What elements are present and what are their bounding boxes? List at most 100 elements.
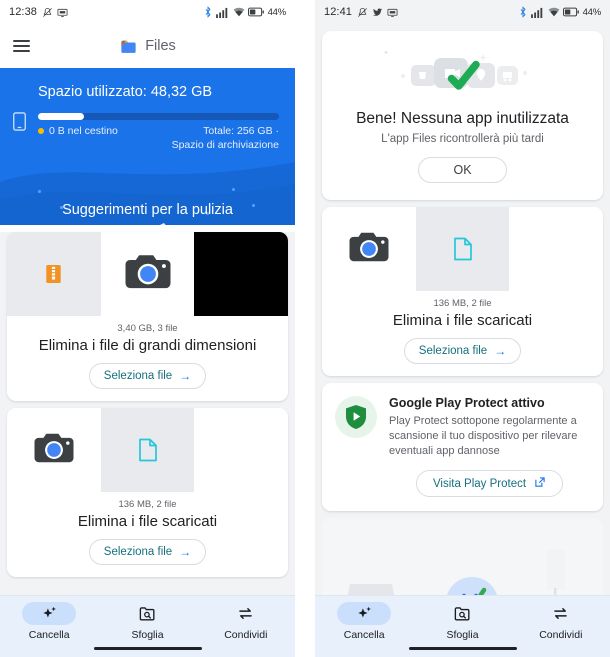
select-files-label: Seleziona file — [418, 345, 488, 357]
document-file-thumb[interactable] — [100, 408, 195, 492]
select-files-button[interactable]: Seleziona file → — [88, 363, 207, 389]
nav-item-condividi[interactable]: Condividi — [512, 602, 610, 641]
nav-item-sfoglia[interactable]: Sfoglia — [413, 602, 511, 641]
mute-icon — [42, 7, 53, 18]
play-protect-body: Google Play Protect attivo Play Protect … — [389, 396, 590, 497]
left-bottom-nav: Cancella Sfoglia Condividi — [0, 595, 295, 657]
play-protect-title: Google Play Protect attivo — [389, 396, 545, 410]
twitter-icon — [372, 7, 383, 18]
document-file-thumb[interactable] — [415, 207, 510, 291]
cast-icon — [387, 7, 398, 18]
right-bottom-nav: Cancella Sfoglia Condividi — [315, 595, 610, 657]
card-action-row: Seleziona file → — [7, 354, 288, 401]
card-meta: 136 MB, 2 file — [118, 499, 177, 510]
thumbnail-row — [7, 232, 288, 316]
sparkle-dot — [232, 188, 235, 191]
select-files-button[interactable]: Seleziona file → — [403, 338, 522, 364]
home-indicator — [408, 646, 517, 650]
no-unused-apps-action: OK — [334, 157, 591, 183]
app-bar: Files — [0, 24, 295, 68]
apps-checkmark-illustration — [334, 45, 591, 101]
screen-divider — [295, 0, 315, 657]
status-time: 12:41 — [324, 6, 353, 18]
cast-icon — [57, 7, 68, 18]
select-files-button[interactable]: Seleziona file → — [88, 539, 207, 565]
black-video-thumb[interactable] — [194, 232, 288, 316]
right-status-bar: 12:41 44% — [315, 0, 610, 24]
card-title: Elimina i file scaricati — [392, 312, 533, 329]
sparkle-clean-icon — [337, 602, 392, 625]
share-transfer-icon — [219, 602, 273, 625]
thumbnail-row — [7, 408, 288, 492]
large-files-card[interactable]: 3,40 GB, 3 file Elimina i file di grandi… — [7, 232, 288, 401]
zip-file-thumb[interactable] — [7, 232, 101, 316]
storage-progress-fill — [38, 113, 84, 120]
no-unused-apps-title: Bene! Nessuna app inutilizzata — [356, 110, 569, 127]
sparkle-clean-icon — [22, 602, 77, 625]
browse-folder-search-icon — [435, 602, 489, 625]
downloaded-files-card[interactable]: 136 MB, 2 file Elimina i file scaricati … — [7, 408, 288, 577]
camera-app-thumb[interactable] — [7, 408, 101, 492]
arrow-right-icon: → — [179, 369, 192, 383]
left-status-bar: 12:38 44% — [0, 0, 295, 24]
card-meta: 136 MB, 2 file — [433, 298, 492, 309]
nav-item-cancella[interactable]: Cancella — [0, 602, 98, 641]
status-left-icons — [42, 7, 68, 18]
ok-button[interactable]: OK — [418, 157, 507, 183]
nav-item-cancella[interactable]: Cancella — [315, 602, 413, 641]
mute-icon — [357, 7, 368, 18]
arrow-right-icon: → — [179, 545, 192, 559]
share-transfer-icon — [534, 602, 588, 625]
wifi-icon — [548, 7, 560, 18]
card-action-row: Seleziona file → — [7, 530, 288, 577]
visit-play-protect-label: Visita Play Protect — [432, 477, 527, 490]
no-unused-apps-subtitle: L'app Files ricontrollerà più tardi — [381, 133, 544, 145]
select-files-label: Seleziona file — [103, 370, 173, 382]
signal-bars-icon — [216, 7, 229, 18]
app-bar-title-group: Files — [0, 37, 295, 56]
hamburger-menu-icon[interactable] — [13, 39, 30, 53]
nav-label-sfoglia: Sfoglia — [446, 629, 479, 641]
nav-label-sfoglia: Sfoglia — [131, 629, 164, 641]
status-right-icons: 44% — [518, 6, 601, 18]
browse-folder-search-icon — [120, 602, 174, 625]
nav-item-sfoglia[interactable]: Sfoglia — [98, 602, 196, 641]
storage-used-title: Spazio utilizzato: 48,32 GB — [38, 84, 213, 100]
left-phone-screen: 12:38 44% Files Spazio utilizzato: 48,32… — [0, 0, 295, 657]
nav-label-condividi: Condividi — [224, 629, 268, 641]
visit-play-protect-button[interactable]: Visita Play Protect — [415, 470, 564, 497]
bluetooth-icon — [203, 6, 213, 18]
storage-hero-card[interactable]: Spazio utilizzato: 48,32 GB 0 B nel cest… — [0, 68, 295, 225]
app-title: Files — [145, 38, 176, 54]
dual-screenshot-container: 12:38 44% Files Spazio utilizzato: 48,32… — [0, 0, 610, 657]
nav-item-condividi[interactable]: Condividi — [197, 602, 295, 641]
card-title: Elimina i file di grandi dimensioni — [38, 337, 257, 354]
thumbnail-row — [322, 207, 603, 291]
play-protect-action: Visita Play Protect — [389, 470, 590, 497]
left-suggestion-list: 3,40 GB, 3 file Elimina i file di grandi… — [0, 232, 295, 657]
phone-storage-icon — [13, 112, 26, 136]
play-protect-description: Play Protect sottopone regolarmente a sc… — [389, 415, 578, 457]
nav-label-cancella: Cancella — [28, 629, 70, 641]
storage-total-line1: Totale: 256 GB · — [203, 125, 279, 137]
no-unused-apps-card: Bene! Nessuna app inutilizzata L'app Fil… — [322, 31, 603, 200]
camera-app-thumb[interactable] — [322, 207, 416, 291]
storage-total-line2: Spazio di archiviazione — [171, 139, 279, 151]
right-phone-screen: 12:41 44% Bene! Nessuna app inutilizzata… — [315, 0, 610, 657]
nav-label-cancella: Cancella — [343, 629, 385, 641]
empty-thumb — [509, 207, 603, 291]
downloaded-files-card[interactable]: 136 MB, 2 file Elimina i file scaricati … — [322, 207, 603, 376]
play-protect-shield-icon — [335, 396, 377, 438]
battery-percentage: 44% — [582, 6, 602, 18]
trash-size-label: 0 B nel cestino — [38, 125, 118, 137]
camera-app-thumb[interactable] — [100, 232, 195, 316]
home-indicator — [93, 646, 202, 650]
storage-total-label: Totale: 256 GB · Spazio di archiviazione — [172, 124, 279, 152]
card-meta: 3,40 GB, 3 file — [117, 323, 178, 334]
battery-percentage: 44% — [267, 6, 287, 18]
external-link-icon — [534, 476, 546, 491]
card-action-row: Seleziona file → — [322, 329, 603, 376]
cleaning-mascot-illustration — [92, 220, 204, 225]
status-left-icons — [357, 7, 398, 18]
play-protect-card[interactable]: Google Play Protect attivo Play Protect … — [322, 383, 603, 511]
